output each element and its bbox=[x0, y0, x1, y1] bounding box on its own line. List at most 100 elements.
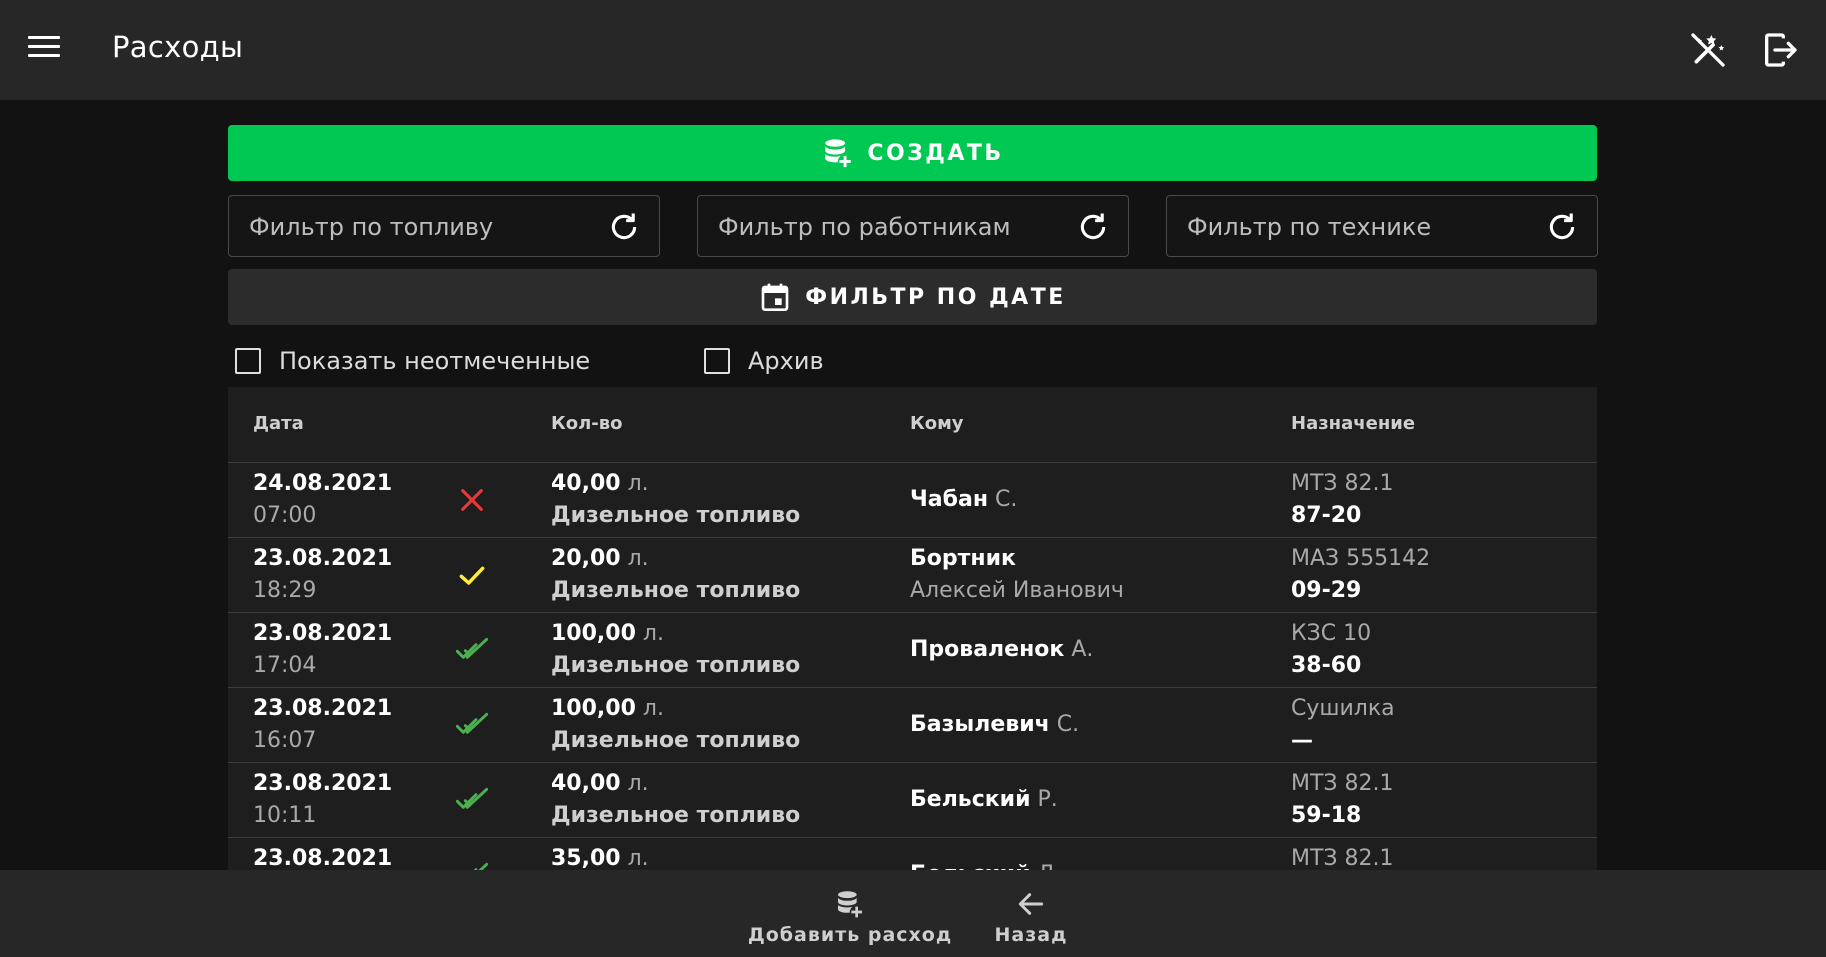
table-row[interactable]: 23.08.2021 17:04 100,00 л. Дизельное топлив… bbox=[228, 613, 1597, 688]
row-date: 23.08.2021 bbox=[253, 771, 393, 796]
row-date: 24.08.2021 bbox=[253, 471, 393, 496]
bottom-navigation: Добавить расход Назад bbox=[0, 870, 1826, 957]
row-date: 23.08.2021 bbox=[253, 621, 393, 646]
row-fuel: Дизельное топливо bbox=[551, 653, 801, 678]
row-date: 23.08.2021 bbox=[253, 696, 393, 721]
calendar-icon bbox=[761, 283, 789, 311]
table-row[interactable]: 23.08.2021 16:07 100,00 л. Дизельное топлив… bbox=[228, 688, 1597, 763]
row-surname: Чабан bbox=[910, 487, 989, 512]
row-vehicle: Сушилка bbox=[1291, 696, 1395, 721]
page-title: Расходы bbox=[112, 30, 244, 64]
checkbox-row: Показать неотмеченные Архив bbox=[228, 337, 1597, 385]
double-check-icon bbox=[455, 709, 489, 741]
archive-label: Архив bbox=[748, 347, 824, 375]
row-time: 10:11 bbox=[253, 803, 317, 828]
row-initial: Р. bbox=[1037, 787, 1058, 812]
row-date: 23.08.2021 bbox=[253, 546, 393, 571]
archive-checkbox[interactable]: Архив bbox=[697, 337, 824, 385]
row-time: 17:04 bbox=[253, 653, 317, 678]
database-plus-icon bbox=[838, 891, 862, 918]
table-row[interactable]: 23.08.202135,00 л.Бельский Л.МТЗ 82.1 bbox=[228, 838, 1597, 871]
column-header-qty[interactable]: Кол-во bbox=[551, 413, 623, 434]
row-unit: л. bbox=[642, 621, 664, 646]
row-time: 07:00 bbox=[253, 503, 317, 528]
row-initial: С. bbox=[1056, 712, 1080, 737]
refresh-icon[interactable] bbox=[1076, 210, 1110, 244]
column-header-date[interactable]: Дата bbox=[253, 413, 304, 434]
fuel-filter[interactable] bbox=[228, 195, 660, 258]
row-fuel: Дизельное топливо bbox=[551, 728, 801, 753]
menu-icon[interactable] bbox=[28, 36, 60, 64]
app-bar: Расходы bbox=[0, 0, 1826, 100]
row-surname: Базылевич bbox=[910, 712, 1050, 737]
refresh-icon[interactable] bbox=[1545, 210, 1579, 244]
add-expense-button[interactable]: Добавить расход bbox=[748, 870, 951, 957]
row-code: 87-20 bbox=[1291, 503, 1362, 528]
workers-filter-input[interactable] bbox=[716, 196, 1070, 258]
table-header: Дата Кол-во Кому Назначение bbox=[228, 387, 1597, 463]
equipment-filter[interactable] bbox=[1166, 195, 1598, 258]
magic-wand-off-icon[interactable] bbox=[1688, 30, 1728, 70]
fuel-filter-input[interactable] bbox=[247, 196, 601, 258]
equipment-filter-input[interactable] bbox=[1185, 196, 1539, 258]
app-root: Расходы СОЗДАТЬ Фильтр по топливу Фильтр… bbox=[0, 0, 1826, 957]
row-unit: л. bbox=[627, 471, 649, 496]
show-unmarked-checkbox[interactable]: Показать неотмеченные bbox=[228, 337, 590, 385]
show-unmarked-label: Показать неотмеченные bbox=[279, 347, 591, 375]
row-qty: 20,00 bbox=[551, 546, 621, 571]
row-fuel: Дизельное топливо bbox=[551, 803, 801, 828]
date-filter-button[interactable]: ФИЛЬТР ПО ДАТЕ bbox=[228, 269, 1597, 325]
back-label: Назад bbox=[994, 924, 1068, 946]
row-vehicle: МАЗ 555142 bbox=[1291, 546, 1431, 571]
double-check-icon bbox=[455, 634, 489, 666]
table-row[interactable]: 23.08.2021 18:29 20,00 л. Дизельное топливо… bbox=[228, 538, 1597, 613]
refresh-icon[interactable] bbox=[607, 210, 641, 244]
double-check-icon bbox=[455, 784, 489, 816]
row-vehicle: МТЗ 82.1 bbox=[1291, 471, 1394, 496]
row-qty: 40,00 bbox=[551, 471, 621, 496]
checkbox-box[interactable] bbox=[704, 348, 730, 374]
row-qty: 35,00 bbox=[551, 846, 621, 871]
column-header-to[interactable]: Кому bbox=[910, 413, 964, 434]
back-button[interactable]: Назад bbox=[990, 870, 1072, 957]
row-unit: л. bbox=[627, 846, 649, 871]
row-vehicle: МТЗ 82.1 bbox=[1291, 771, 1394, 796]
row-fullname: Алексей Иванович bbox=[910, 578, 1124, 603]
database-plus-icon bbox=[825, 139, 852, 168]
check-icon bbox=[456, 559, 488, 591]
row-time: 16:07 bbox=[253, 728, 317, 753]
row-vehicle: КЗС 10 bbox=[1291, 621, 1372, 646]
row-code: 09-29 bbox=[1291, 578, 1362, 603]
row-fuel: Дизельное топливо bbox=[551, 578, 801, 603]
table-row[interactable]: 23.08.2021 10:11 40,00 л. Дизельное топливо… bbox=[228, 763, 1597, 838]
table-row[interactable]: 24.08.2021 07:00 40,00 л. Дизельное топливо… bbox=[228, 463, 1597, 538]
close-icon bbox=[456, 484, 488, 516]
workers-filter[interactable] bbox=[697, 195, 1129, 258]
row-unit: л. bbox=[627, 771, 649, 796]
date-filter-label: ФИЛЬТР ПО ДАТЕ bbox=[805, 284, 1066, 310]
row-code: 59-18 bbox=[1291, 803, 1362, 828]
column-header-purpose[interactable]: Назначение bbox=[1291, 413, 1415, 434]
row-code: — bbox=[1291, 728, 1313, 753]
row-qty: 40,00 bbox=[551, 771, 621, 796]
row-unit: л. bbox=[642, 696, 664, 721]
create-button[interactable]: СОЗДАТЬ bbox=[228, 125, 1597, 181]
arrow-left-icon bbox=[1018, 893, 1044, 915]
row-qty: 100,00 bbox=[551, 621, 636, 646]
filter-row bbox=[228, 195, 1598, 258]
row-unit: л. bbox=[627, 546, 649, 571]
row-initial: А. bbox=[1071, 637, 1094, 662]
create-button-label: СОЗДАТЬ bbox=[867, 140, 1004, 166]
row-vehicle: МТЗ 82.1 bbox=[1291, 846, 1394, 871]
row-surname: Бельский bbox=[910, 787, 1031, 812]
logout-icon[interactable] bbox=[1760, 30, 1800, 70]
checkbox-box[interactable] bbox=[235, 348, 261, 374]
row-qty: 100,00 bbox=[551, 696, 636, 721]
row-fuel: Дизельное топливо bbox=[551, 503, 801, 528]
row-date: 23.08.2021 bbox=[253, 846, 393, 871]
add-expense-label: Добавить расход bbox=[747, 924, 953, 946]
expenses-table: Дата Кол-во Кому Назначение 24.08.2021 07… bbox=[228, 387, 1597, 871]
row-surname: Бортник bbox=[910, 546, 1016, 571]
row-initial: С. bbox=[995, 487, 1018, 512]
row-surname: Проваленок bbox=[910, 637, 1065, 662]
